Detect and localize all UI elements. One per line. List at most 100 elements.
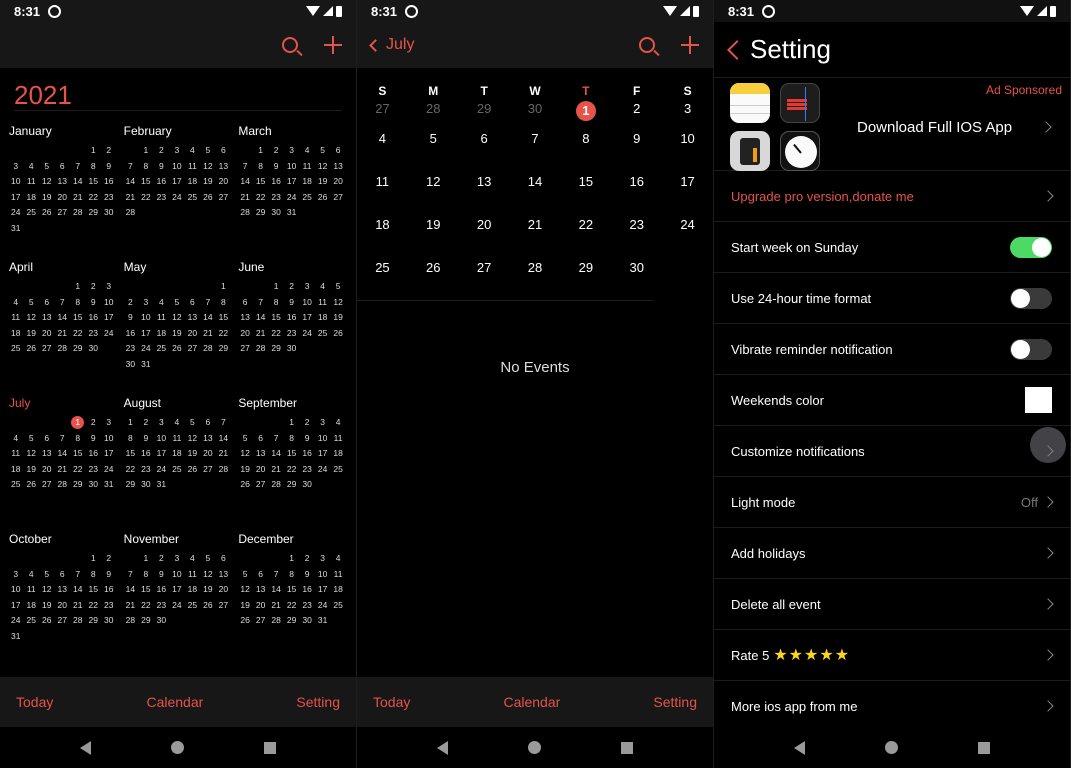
mini-day: 24 (104, 463, 114, 474)
mini-day: 28 (57, 343, 67, 353)
month-block[interactable]: October 1 2 3 4 5 6 7 8 9 10 11 12 13 14 15 16 17 18 19 20 21… (6, 519, 121, 655)
day-cell[interactable]: 12 (408, 171, 459, 214)
search-icon[interactable] (282, 37, 298, 53)
settings-row[interactable]: Rate 5 ★★★★★ (714, 630, 1070, 681)
prev-month-day[interactable]: 27 (357, 98, 408, 128)
mini-day: 15 (73, 312, 83, 322)
day-cell[interactable]: 11 (357, 171, 408, 214)
day-cell[interactable]: 18 (357, 214, 408, 257)
mini-day: 28 (57, 479, 67, 489)
day-cell[interactable]: 27 (459, 257, 510, 300)
month-block[interactable]: January 1 2 3 4 5 6 7 8 9 10 11 12 13 14 15 16 17 18 19 20 21… (6, 111, 121, 247)
month-block[interactable]: July 1 2 3 4 5 6 7 8 9 10 11 12 13 14 15 16 17 18 19 20 21 22 2… (6, 383, 121, 519)
month-block[interactable]: August 1 2 3 4 5 6 7 8 9 10 11 12 13 14 15 16 17 18 19 20 21 2… (121, 383, 236, 519)
day-cell[interactable]: 20 (459, 214, 510, 257)
month-block[interactable]: March 1 2 3 4 5 6 7 8 9 10 11 12 13 14 15 16 17 18 19 20 21 22… (235, 111, 350, 247)
mini-day: 30 (302, 615, 312, 625)
settings-row[interactable]: Delete all event (714, 579, 1070, 630)
add-event-icon[interactable] (681, 36, 699, 54)
color-swatch[interactable] (1025, 387, 1052, 413)
day-cell[interactable]: 4 (357, 128, 408, 171)
home-icon[interactable] (885, 741, 898, 754)
day-cell[interactable]: 3 (662, 98, 713, 128)
mini-day: 28 (240, 207, 250, 217)
recents-icon[interactable] (264, 741, 276, 754)
mini-day: 19 (26, 327, 36, 338)
day-cell[interactable]: 24 (662, 214, 713, 257)
day-cell[interactable]: 7 (510, 128, 561, 171)
mini-day: 18 (187, 176, 198, 186)
settings-row[interactable]: Vibrate reminder notification (714, 324, 1070, 375)
day-cell[interactable]: 14 (510, 171, 561, 214)
day-cell[interactable]: 10 (662, 128, 713, 171)
month-block[interactable]: June 1 2 3 4 5 6 7 8 9 10 11 12 13 14 15 16 17 18 19 20 21 22 2… (235, 247, 350, 383)
home-icon[interactable] (171, 741, 184, 754)
empty-cell (39, 143, 55, 159)
settings-row[interactable]: Start week on Sunday (714, 222, 1070, 273)
day-cell[interactable]: 13 (459, 171, 510, 214)
day-cell[interactable]: 6 (459, 128, 510, 171)
day-cell[interactable]: 19 (408, 214, 459, 257)
month-block[interactable]: September 1 2 3 4 5 6 7 8 9 10 11 12 13 14 15 16 17 18 19 20… (235, 383, 350, 519)
day-cell[interactable]: 16 (611, 171, 662, 214)
settings-row[interactable]: Weekends color (714, 375, 1070, 426)
settings-row[interactable]: Light mode Off (714, 477, 1070, 528)
day-cell[interactable]: 17 (662, 171, 713, 214)
day-cell[interactable]: 9 (611, 128, 662, 171)
home-icon[interactable] (528, 741, 541, 754)
month-block[interactable]: November 1 2 3 4 5 6 7 8 9 10 11 12 13 14 15 16 17 18 19 20 2… (121, 519, 236, 655)
day-cell[interactable]: 25 (357, 257, 408, 300)
back-to-year-button[interactable]: July (369, 36, 414, 54)
toggle-switch[interactable] (1010, 236, 1052, 258)
day-cell[interactable]: 22 (560, 214, 611, 257)
day-cell[interactable]: 30 (611, 257, 662, 300)
mini-day: 18 (156, 327, 167, 338)
tab-calendar[interactable]: Calendar (146, 694, 203, 710)
back-icon[interactable] (80, 740, 91, 755)
prev-month-day[interactable]: 28 (408, 98, 459, 128)
day-cell[interactable]: 5 (408, 128, 459, 171)
day-cell[interactable]: 28 (510, 257, 561, 300)
mini-day: 23 (104, 599, 114, 610)
day-cell[interactable]: 23 (611, 214, 662, 257)
recents-icon[interactable] (621, 741, 633, 754)
add-event-icon[interactable] (324, 36, 342, 54)
back-icon[interactable] (794, 740, 805, 755)
settings-row[interactable]: More ios app from me (714, 681, 1070, 732)
settings-row[interactable]: Add holidays (714, 528, 1070, 579)
recents-icon[interactable] (978, 741, 990, 754)
settings-row[interactable]: Customize notifications (714, 426, 1070, 477)
tab-today[interactable]: Today (16, 694, 53, 710)
day-cell[interactable]: 21 (510, 214, 561, 257)
mini-day: 7 (221, 417, 226, 427)
settings-row[interactable]: Use 24-hour time format (714, 273, 1070, 324)
mini-day: 17 (104, 312, 114, 322)
day-cell[interactable]: 26 (408, 257, 459, 300)
back-icon[interactable] (437, 740, 448, 755)
tab-setting[interactable]: Setting (653, 694, 697, 710)
prev-month-day[interactable]: 29 (459, 98, 510, 128)
month-block[interactable]: December 1 2 3 4 5 6 7 8 9 10 11 12 13 14 15 16 17 18 19 20 2… (235, 519, 350, 655)
ad-title: Download Full IOS App (857, 119, 1013, 136)
ad-banner[interactable]: Ad Sponsored Download Full IOS App (714, 78, 1070, 171)
month-block[interactable]: February 1 2 3 4 5 6 7 8 9 10 11 12 13 14 15 16 17 18 19 20 2… (121, 111, 236, 247)
day-cell[interactable]: 29 (560, 257, 611, 300)
prev-month-day[interactable]: 30 (510, 98, 561, 128)
day-cell[interactable]: 8 (560, 128, 611, 171)
back-chevron-icon[interactable] (727, 39, 747, 60)
mini-day: 17 (104, 448, 114, 458)
mini-day: 1 (289, 553, 294, 563)
tab-calendar[interactable]: Calendar (503, 694, 560, 710)
search-icon[interactable] (639, 37, 655, 53)
settings-row[interactable]: Upgrade pro version,donate me (714, 171, 1070, 222)
day-cell[interactable]: 2 (611, 98, 662, 128)
tab-setting[interactable]: Setting (296, 694, 340, 710)
toggle-switch[interactable] (1010, 338, 1052, 360)
month-block[interactable]: April 1 2 3 4 5 6 7 8 9 10 11 12 13 14 15 16 17 18 19 20 21 22… (6, 247, 121, 383)
tab-today[interactable]: Today (373, 694, 410, 710)
month-block[interactable]: May 1 2 3 4 5 6 7 8 9 10 11 12 13 14 15 16 17 18 19 20 21 22 23… (121, 247, 236, 383)
mini-day: 30 (104, 615, 114, 625)
day-cell[interactable]: 15 (560, 171, 611, 214)
day-cell[interactable]: 1 (560, 98, 611, 128)
toggle-switch[interactable] (1010, 287, 1052, 309)
